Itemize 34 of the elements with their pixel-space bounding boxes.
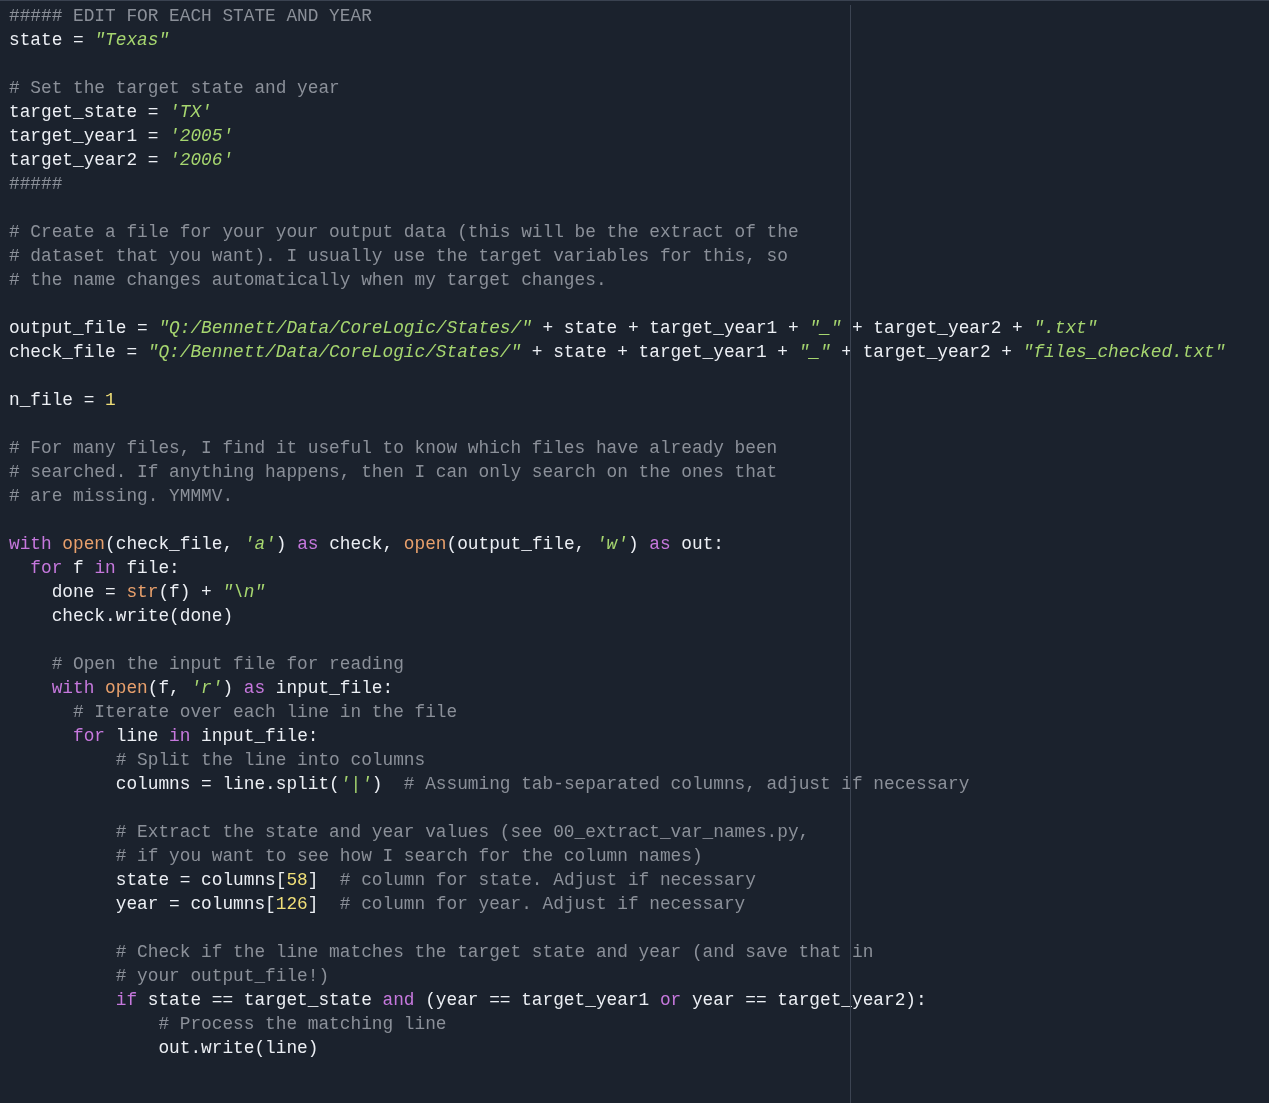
code-comment: # For many files, I find it useful to know which files have already been	[9, 437, 778, 460]
code-line: state = columns[58] # column for state. Adjust if necessary	[114, 869, 756, 892]
code-comment: # your output_file!)	[114, 965, 330, 988]
code-line: if state == target_state and (year == target_year1 or year == target_year2):	[114, 989, 927, 1012]
code-line: state = "Texas"	[9, 29, 170, 52]
code-line: target_year2 = '2006'	[9, 149, 234, 172]
code-line: out.write(line)	[157, 1037, 319, 1060]
code-line: with open(f, 'r') as input_file:	[50, 677, 394, 700]
code-comment: # Set the target state and year	[9, 77, 340, 100]
code-comment: # are missing. YMMMV.	[9, 485, 234, 508]
code-comment: # searched. If anything happens, then I can only search on the ones that	[9, 461, 778, 484]
code-comment: # dataset that you want). I usually use the target variables for this, so	[9, 245, 788, 268]
code-comment: ##### EDIT FOR EACH STATE AND YEAR	[9, 5, 372, 28]
code-line: done = str(f) + "\n"	[50, 581, 266, 604]
code-line: with open(check_file, 'a') as check, open(output_file, 'w') as out:	[9, 533, 724, 556]
code-line: year = columns[126] # column for year. Adjust if necessary	[114, 893, 746, 916]
code-comment: # Check if the line matches the target state and year (and save that in	[114, 941, 874, 964]
code-line: target_state = 'TX'	[9, 101, 212, 124]
code-comment: # if you want to see how I search for the column names)	[114, 845, 703, 868]
code-comment: # Extract the state and year values (see 00_extract_var_names.py,	[114, 821, 810, 844]
code-comment: #####	[9, 173, 63, 196]
code-comment: # Split the line into columns	[114, 749, 426, 772]
code-comment: # Open the input file for reading	[50, 653, 404, 676]
code-comment: # Iterate over each line in the file	[72, 701, 458, 724]
code-line: n_file = 1	[9, 389, 116, 412]
code-line: for f in file:	[29, 557, 180, 580]
code-line: columns = line.split('|') # Assuming tab-separated columns, adjust if necessary	[114, 773, 970, 796]
code-comment: # Create a file for your your output data (this will be the extract of the	[9, 221, 799, 244]
code-line: output_file = "Q:/Bennett/Data/CoreLogic/States/" + state + target_year1 + "_" + target_year2 + ".txt"	[9, 317, 1098, 340]
code-line: target_year1 = '2005'	[9, 125, 234, 148]
code-comment: # Process the matching line	[157, 1013, 447, 1036]
code-comment: # the name changes automatically when my target changes.	[9, 269, 607, 292]
code-line: for line in input_file:	[72, 725, 319, 748]
code-line: check.write(done)	[50, 605, 234, 628]
